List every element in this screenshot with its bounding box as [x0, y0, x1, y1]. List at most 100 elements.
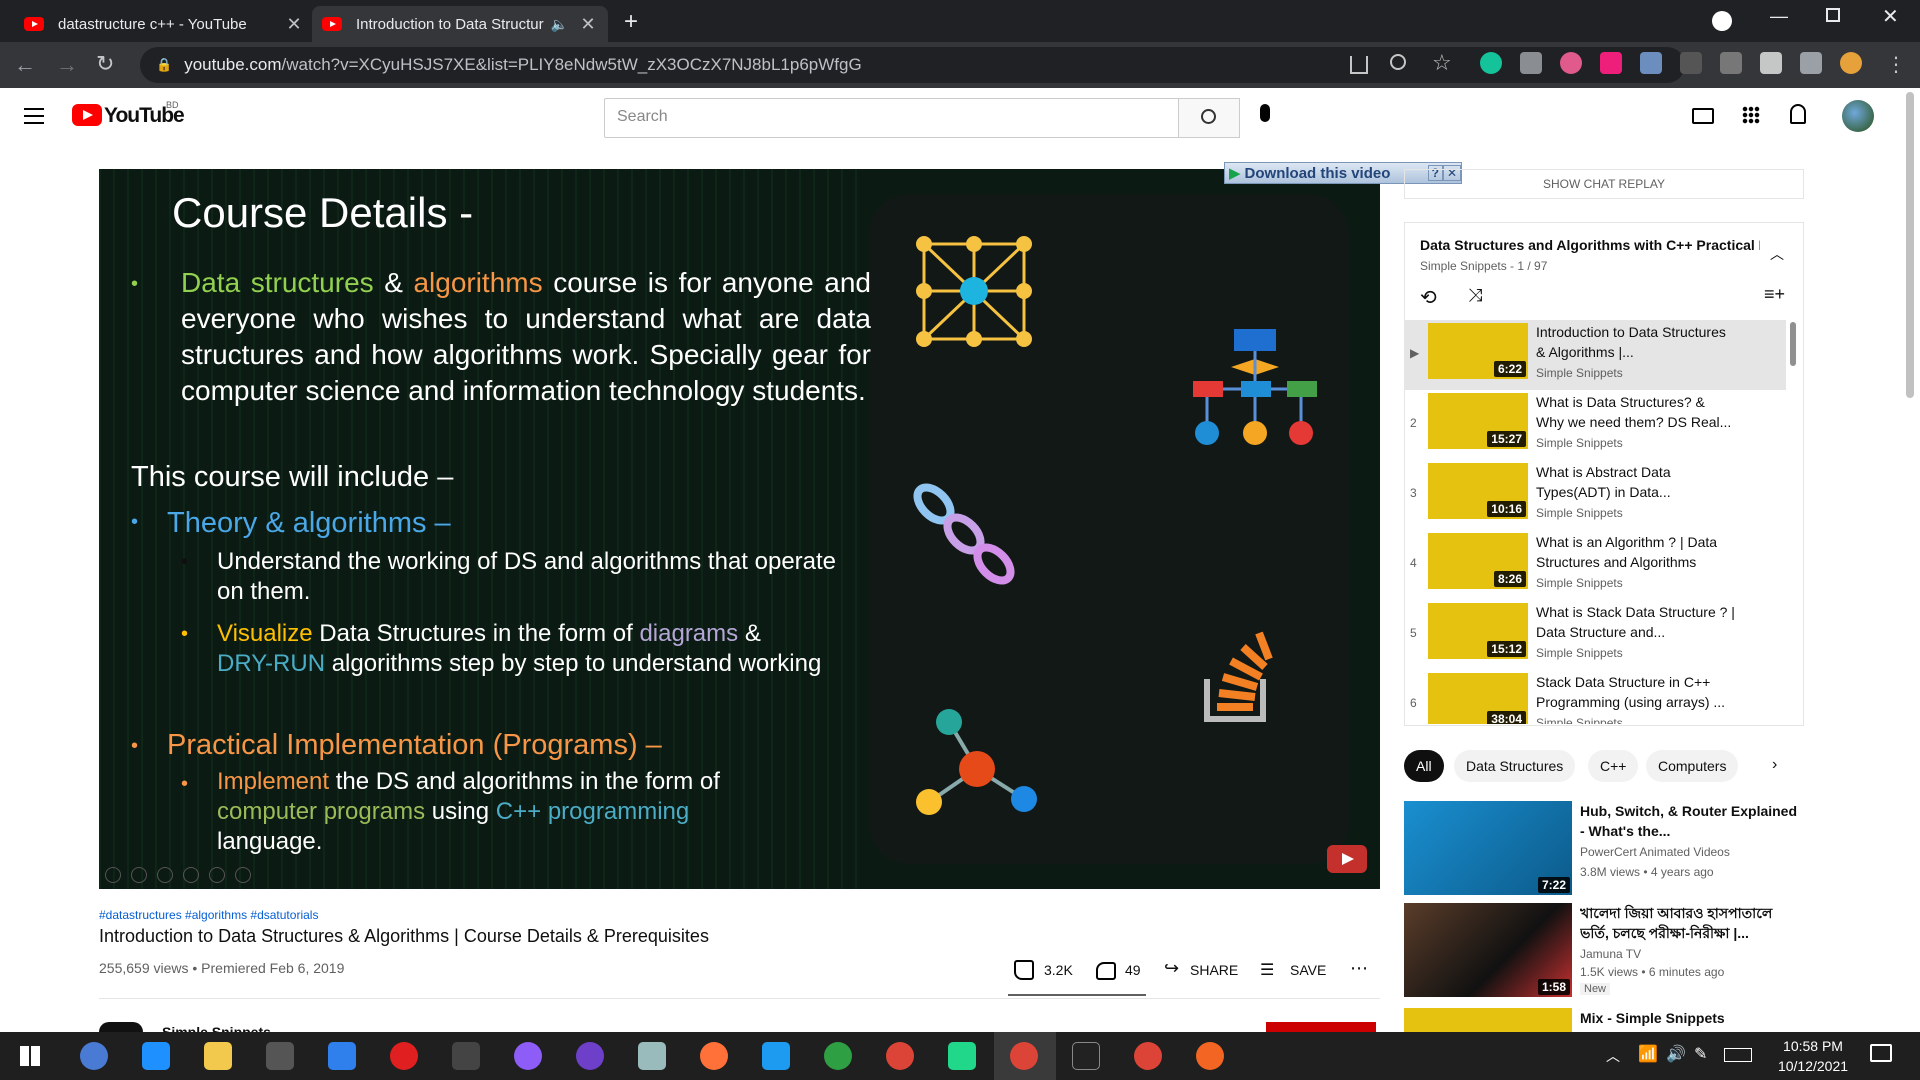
playlist-item-title[interactable]: Introduction to Data Structures & Algori…: [1536, 322, 1736, 362]
taskbar-app-icon[interactable]: [1196, 1042, 1224, 1070]
restore-icon[interactable]: [1826, 8, 1840, 22]
windows-start-icon[interactable]: [20, 1046, 40, 1066]
tab-introduction[interactable]: Introduction to Data Structur 🔈 ✕: [312, 6, 608, 42]
playlist-item[interactable]: 6 38:04 Stack Data Structure in C++ Prog…: [1404, 670, 1788, 724]
search-input[interactable]: Search: [604, 98, 1179, 138]
recommended-mix[interactable]: Mix - Simple Snippets: [1404, 1008, 1804, 1032]
notification-center-icon[interactable]: [1870, 1044, 1892, 1062]
reload-icon[interactable]: ↻: [96, 51, 114, 77]
recommended-title[interactable]: Mix - Simple Snippets: [1580, 1008, 1800, 1028]
slide-nav-controls[interactable]: [105, 867, 255, 883]
camera-extension-icon[interactable]: [1520, 52, 1542, 74]
tray-chevron-icon[interactable]: ︿: [1606, 1046, 1620, 1066]
chrome-active-icon[interactable]: [1010, 1042, 1038, 1070]
share-button[interactable]: SHARE: [1190, 962, 1238, 978]
file-explorer-icon[interactable]: [204, 1042, 232, 1070]
video-thumbnail[interactable]: 8:26: [1428, 533, 1528, 589]
extensions-puzzle-icon[interactable]: [1760, 52, 1782, 74]
close-window-icon[interactable]: ✕: [1882, 4, 1899, 29]
recommended-channel[interactable]: PowerCert Animated Videos: [1580, 845, 1730, 859]
playlist-item-title[interactable]: Stack Data Structure in C++ Programming …: [1536, 672, 1736, 712]
chip-computers[interactable]: Computers: [1646, 750, 1739, 782]
video-thumbnail[interactable]: 38:04: [1428, 673, 1528, 724]
minimize-icon[interactable]: —: [1770, 6, 1788, 27]
notifications-bell-icon[interactable]: [1790, 104, 1806, 124]
wifi-icon[interactable]: 📶: [1638, 1044, 1658, 1064]
edge-icon[interactable]: [142, 1042, 170, 1070]
pycharm-icon[interactable]: [948, 1042, 976, 1070]
playlist-scrollbar[interactable]: [1790, 322, 1796, 366]
search-button[interactable]: [1178, 98, 1240, 138]
playlist-item[interactable]: 2 15:27 What is Data Structures? & Why w…: [1404, 390, 1788, 460]
show-chat-replay-button[interactable]: SHOW CHAT REPLAY: [1404, 169, 1804, 199]
keyboard-icon[interactable]: [1724, 1048, 1752, 1062]
speaker-icon[interactable]: 🔈: [551, 16, 568, 33]
address-bar[interactable]: 🔒 youtube.com/watch?v=XCyuHSJS7XE&list=P…: [140, 47, 1685, 83]
share-icon[interactable]: ↪: [1164, 958, 1179, 979]
create-video-icon[interactable]: [1692, 108, 1714, 124]
save-button[interactable]: SAVE: [1290, 962, 1326, 978]
vscode-icon[interactable]: [762, 1042, 790, 1070]
more-actions-icon[interactable]: ⋯: [1350, 958, 1368, 979]
zoom-icon[interactable]: [1390, 54, 1406, 70]
menu-kebab-icon[interactable]: ⋮: [1886, 52, 1906, 77]
save-playlist-icon[interactable]: ☰: [1260, 960, 1274, 980]
recommended-video[interactable]: 7:22 Hub, Switch, & Router Explained - W…: [1404, 801, 1804, 897]
github-desktop-icon[interactable]: [576, 1042, 604, 1070]
playlist-title[interactable]: Data Structures and Algorithms with C++ …: [1420, 237, 1760, 253]
firefox-icon[interactable]: [700, 1042, 728, 1070]
playlist-item[interactable]: ▶ 6:22 Introduction to Data Structures &…: [1404, 320, 1788, 390]
profile-avatar[interactable]: [1840, 52, 1862, 74]
pen-icon[interactable]: ✎: [1694, 1044, 1707, 1064]
collapse-chevron-icon[interactable]: ︿: [1770, 244, 1784, 264]
taskbar-app-icon[interactable]: [638, 1042, 666, 1070]
store-icon[interactable]: [266, 1042, 294, 1070]
chip-cpp[interactable]: C++: [1588, 750, 1639, 782]
page-scrollbar[interactable]: [1906, 92, 1914, 398]
shuffle-icon[interactable]: ⤨: [1468, 285, 1482, 306]
recommended-title[interactable]: খালেদা জিয়া আবারও হাসপাতালে ভর্তি, চলছে…: [1580, 903, 1800, 943]
loop-icon[interactable]: ⟲: [1420, 285, 1437, 310]
close-tab-icon[interactable]: ✕: [284, 14, 304, 35]
download-extension-icon[interactable]: [1640, 52, 1662, 74]
youtube-watermark-icon[interactable]: [1327, 845, 1367, 873]
like-count[interactable]: 3.2K: [1044, 962, 1073, 978]
bookmark-star-icon[interactable]: ☆: [1432, 50, 1452, 76]
chip-all[interactable]: All: [1404, 750, 1444, 782]
video-thumbnail[interactable]: 7:22: [1404, 801, 1572, 895]
clock[interactable]: 10:58 PM 10/12/2021: [1768, 1036, 1858, 1076]
new-tab-icon[interactable]: +: [624, 8, 638, 36]
volume-icon[interactable]: 🔊: [1666, 1044, 1686, 1064]
playlist-item-title[interactable]: What is Data Structures? & Why we need t…: [1536, 392, 1736, 432]
video-player[interactable]: Course Details - • Data structures & alg…: [99, 169, 1380, 889]
dislike-icon[interactable]: [1096, 962, 1116, 980]
microphone-icon[interactable]: [1260, 104, 1270, 122]
video-thumbnail[interactable]: [1404, 1008, 1572, 1032]
user-avatar[interactable]: [1842, 100, 1874, 132]
channel-name-partial[interactable]: Simple Snippets: [162, 1022, 271, 1032]
chevron-right-icon[interactable]: ›: [1772, 756, 1777, 774]
chip-data-structures[interactable]: Data Structures: [1454, 750, 1576, 782]
video-hashtags[interactable]: #datastructures #algorithms #dsatutorial…: [99, 908, 318, 922]
dislike-count[interactable]: 49: [1125, 962, 1141, 978]
playlist-item-title[interactable]: What is Stack Data Structure ? | Data St…: [1536, 602, 1736, 642]
apps-grid-icon[interactable]: [1742, 106, 1760, 124]
playlist-item-title[interactable]: What is Abstract Data Types(ADT) in Data…: [1536, 462, 1736, 502]
extension-icon[interactable]: [1680, 52, 1702, 74]
save-playlist-icon[interactable]: ≡+: [1764, 284, 1785, 305]
channel-avatar[interactable]: [99, 1022, 143, 1032]
taskbar-app-icon[interactable]: [824, 1042, 852, 1070]
install-icon[interactable]: [1350, 56, 1368, 74]
forward-icon[interactable]: →: [56, 52, 78, 78]
opera-icon[interactable]: [390, 1042, 418, 1070]
terminal-icon[interactable]: [1072, 1042, 1100, 1070]
chrome-icon[interactable]: [886, 1042, 914, 1070]
video-thumbnail[interactable]: 15:27: [1428, 393, 1528, 449]
playlist-item[interactable]: 4 8:26 What is an Algorithm ? | Data Str…: [1404, 530, 1788, 600]
youtube-logo-icon[interactable]: [72, 104, 102, 126]
like-icon[interactable]: [1014, 960, 1034, 980]
extension-icon[interactable]: [1560, 52, 1582, 74]
recommended-video[interactable]: 1:58 খালেদা জিয়া আবারও হাসপাতালে ভর্তি,…: [1404, 903, 1804, 999]
close-tab-icon[interactable]: ✕: [578, 14, 598, 35]
recommended-channel[interactable]: Jamuna TV: [1580, 947, 1641, 961]
